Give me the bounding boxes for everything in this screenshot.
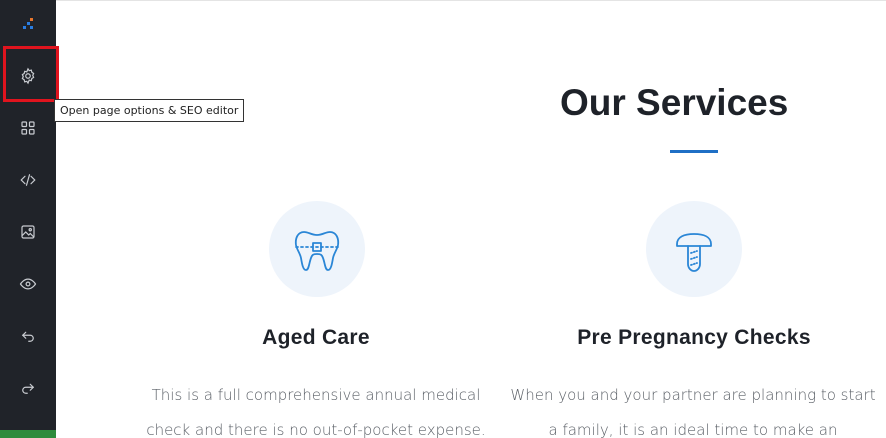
service-text-line: a family, it is an ideal time to make an xyxy=(548,421,838,438)
app-logo-icon[interactable] xyxy=(20,16,36,32)
service-title: Pre Pregnancy Checks xyxy=(577,326,811,349)
heading-underline xyxy=(670,150,718,153)
page-canvas xyxy=(56,0,886,438)
undo-icon xyxy=(21,331,34,342)
service-icon-circle xyxy=(646,201,742,297)
status-strip xyxy=(0,430,56,438)
image-icon xyxy=(21,225,35,239)
tooth-braces-icon xyxy=(294,231,340,271)
preview-button[interactable] xyxy=(0,258,56,310)
section-heading: Our Services xyxy=(560,82,789,123)
blocks-button[interactable] xyxy=(0,102,56,154)
service-text-line: This is a full comprehensive annual medi… xyxy=(151,386,481,404)
grid-icon xyxy=(21,121,35,135)
service-text-line: When you and your partner are planning t… xyxy=(510,386,876,404)
redo-button[interactable] xyxy=(0,362,56,414)
media-button[interactable] xyxy=(0,206,56,258)
dental-implant-icon xyxy=(676,233,712,272)
service-icon-circle xyxy=(269,201,365,297)
service-description: When you and your partner are planning t… xyxy=(500,378,886,438)
redo-icon xyxy=(22,383,35,394)
code-button[interactable] xyxy=(0,154,56,206)
eye-icon xyxy=(19,278,37,290)
service-description: This is a full comprehensive annual medi… xyxy=(120,378,512,438)
service-text-line: check and there is no out-of-pocket expe… xyxy=(146,421,486,438)
service-title: Aged Care xyxy=(262,326,370,349)
code-icon xyxy=(20,174,36,186)
undo-button[interactable] xyxy=(0,310,56,362)
highlight-box xyxy=(3,46,59,102)
